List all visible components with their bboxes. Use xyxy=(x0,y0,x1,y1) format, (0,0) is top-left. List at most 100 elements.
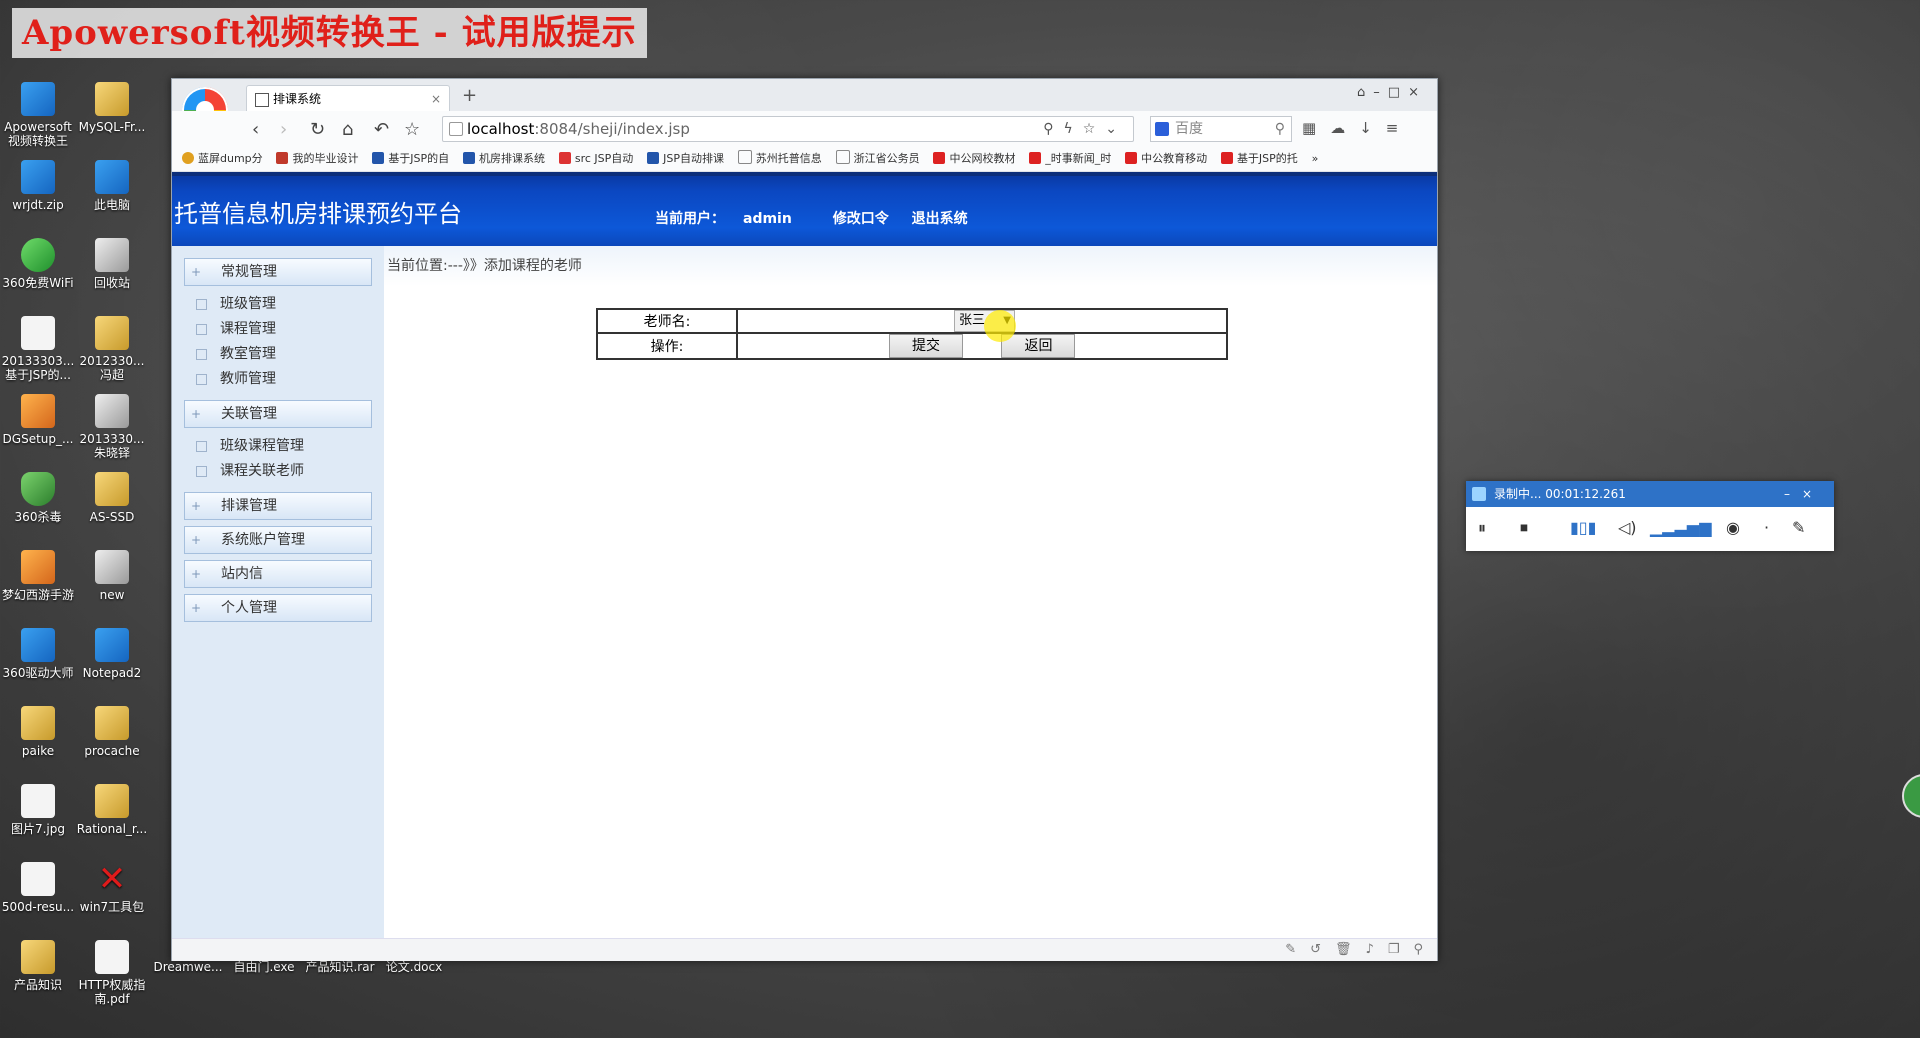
desktop-icon-dreamweaver[interactable]: Dreamwe... xyxy=(150,960,226,974)
desktop-icon-freegate[interactable]: 自由门.exe xyxy=(226,960,302,974)
menu-group-personal[interactable]: + 个人管理 xyxy=(184,594,372,622)
close-icon[interactable]: × xyxy=(1802,487,1824,501)
desktop-icon-game[interactable]: 梦幻西游手游 xyxy=(0,550,76,602)
desktop-icon-this-pc[interactable]: 此电脑 xyxy=(74,160,150,212)
desktop-icon-product[interactable]: 产品知识 xyxy=(0,940,76,992)
desktop-icon-product-rar[interactable]: 产品知识.rar xyxy=(302,960,378,974)
desktop-icon-procache[interactable]: procache xyxy=(74,706,150,758)
bookmark-item[interactable]: 浙江省公务员 xyxy=(835,147,920,171)
bookmark-item[interactable]: 中公网校教材 xyxy=(933,147,1015,171)
options-icon[interactable]: · xyxy=(1764,518,1769,537)
logout-link[interactable]: 退出系统 xyxy=(912,211,968,227)
desktop-icon-wifi[interactable]: 360免费WiFi xyxy=(0,238,76,290)
home-icon[interactable]: ⌂ xyxy=(342,119,353,140)
volume-slider-icon[interactable]: ▁▂▃▅▆ xyxy=(1650,518,1712,537)
desktop-icon-paike[interactable]: paike xyxy=(0,706,76,758)
desktop-icon-new[interactable]: new xyxy=(74,550,150,602)
stop-icon[interactable]: ⏹ xyxy=(1520,518,1528,538)
menu-item-teacher[interactable]: 教师管理 xyxy=(184,367,384,392)
bookmark-item[interactable]: 苏州托普信息 xyxy=(737,147,822,171)
minimize-icon[interactable]: – xyxy=(1373,85,1388,100)
desktop-icon-antivirus[interactable]: 360杀毒 xyxy=(0,472,76,524)
tab-active[interactable]: 排课系统 × xyxy=(246,85,450,112)
desktop-icon-driver[interactable]: 360驱动大师 xyxy=(0,628,76,680)
menu-item-classroom[interactable]: 教室管理 xyxy=(184,342,384,367)
bookmark-item[interactable]: 蓝屏dump分 xyxy=(182,147,263,171)
reload-icon[interactable]: ↻ xyxy=(310,119,325,140)
tab-close-icon[interactable]: × xyxy=(431,86,441,112)
desktop-icon-mysql[interactable]: MySQL-Fr... xyxy=(74,82,150,134)
minimize-icon[interactable]: – xyxy=(1784,487,1802,501)
audio-level-icon[interactable]: ▮▯▮ xyxy=(1570,518,1596,537)
desktop-icon-resu[interactable]: 500d-resu... xyxy=(0,862,76,914)
speaker-icon[interactable]: ◁) xyxy=(1618,518,1637,537)
back-icon[interactable]: ‹ xyxy=(252,119,259,140)
shirt-icon[interactable]: ⌂ xyxy=(1357,85,1373,100)
bookmark-item[interactable]: _时事新闻_时 xyxy=(1029,147,1111,171)
desktop-icon-wrjdt[interactable]: wrjdt.zip xyxy=(0,160,76,212)
desktop-icon-doc2[interactable]: 2012330... 冯超 xyxy=(74,316,150,382)
menu-group-accounts[interactable]: + 系统账户管理 xyxy=(184,526,372,554)
menu-icon[interactable]: ≡ xyxy=(1386,119,1413,137)
download-icon[interactable]: ↓ xyxy=(1359,119,1386,137)
submit-button[interactable]: 提交 xyxy=(889,334,963,358)
search-box[interactable]: 百度 ⚲ xyxy=(1150,116,1292,142)
desktop-icon-dgsetup[interactable]: DGSetup_... xyxy=(0,394,76,446)
desktop-icon-doc1[interactable]: 20133303... 基于JSP的... xyxy=(0,316,76,382)
lightning-icon[interactable]: ϟ xyxy=(1063,121,1082,137)
maximize-icon[interactable]: □ xyxy=(1388,85,1408,100)
pin-icon[interactable]: ✎ xyxy=(1285,942,1296,957)
desktop-icon-asssd[interactable]: AS-SSD xyxy=(74,472,150,524)
zoom-out-icon[interactable]: ⚲ xyxy=(1413,942,1423,957)
bookmark-item[interactable]: 基于JSP的托 xyxy=(1220,147,1298,171)
bookmark-item[interactable]: 基于JSP的自 xyxy=(372,147,449,171)
refresh-icon[interactable]: ↺ xyxy=(1310,942,1321,957)
bookmark-star-icon[interactable]: ☆ xyxy=(1083,121,1106,137)
desktop-icon-http[interactable]: HTTP权威指南.pdf xyxy=(74,940,150,1006)
file-icon xyxy=(95,706,129,740)
apps-icon[interactable]: ▦ xyxy=(1302,119,1330,137)
star-icon[interactable]: ☆ xyxy=(404,119,420,140)
forward-icon[interactable]: › xyxy=(280,119,287,140)
address-bar[interactable]: localhost:8084/sheji/index.jsp ⚲ϟ☆⌄ xyxy=(442,116,1134,142)
menu-group-general[interactable]: + 常规管理 xyxy=(184,258,372,286)
cloud-icon[interactable]: ☁ xyxy=(1330,119,1359,137)
menu-item-class[interactable]: 班级管理 xyxy=(184,292,384,317)
search-icon[interactable]: ⚲ xyxy=(1275,117,1285,141)
desktop-icon-thesis[interactable]: 论文.docx xyxy=(376,960,452,974)
menu-group-scheduling[interactable]: + 排课管理 xyxy=(184,492,372,520)
menu-group-association[interactable]: + 关联管理 xyxy=(184,400,372,428)
back-button[interactable]: 返回 xyxy=(1001,334,1076,358)
pen-icon[interactable]: ✎ xyxy=(1792,518,1805,537)
desktop-icon-win7[interactable]: ✕ win7工具包 xyxy=(74,862,150,914)
undo-icon[interactable]: ↶ xyxy=(374,119,389,140)
change-password-link[interactable]: 修改口令 xyxy=(833,211,889,227)
close-window-icon[interactable]: × xyxy=(1408,85,1427,100)
page-info-icon[interactable] xyxy=(449,122,463,136)
menu-item-class-course[interactable]: 班级课程管理 xyxy=(184,434,384,459)
menu-item-course-teacher[interactable]: 课程关联老师 xyxy=(184,459,384,484)
zoom-icon[interactable]: ⚲ xyxy=(1043,121,1063,137)
dropdown-icon[interactable]: ⌄ xyxy=(1105,121,1127,137)
webcam-icon[interactable]: ◉ xyxy=(1726,518,1740,537)
bookmark-item[interactable]: 我的毕业设计 xyxy=(276,147,358,171)
new-tab-button[interactable]: + xyxy=(462,85,477,106)
bookmark-item[interactable]: 中公教育移动 xyxy=(1125,147,1207,171)
trash-icon[interactable]: 🗑 xyxy=(1335,942,1352,957)
desktop-icon-recycle[interactable]: 回收站 xyxy=(74,238,150,290)
pause-icon[interactable]: ⏸ xyxy=(1478,518,1486,538)
desktop-icon-apowersoft[interactable]: Apowersoft视频转换王 xyxy=(0,82,76,148)
pdf-icon xyxy=(95,940,129,974)
bookmark-item[interactable]: 机房排课系统 xyxy=(463,147,545,171)
desktop-icon-doc3[interactable]: 2013330... 朱晓铎 xyxy=(74,394,150,460)
menu-item-course[interactable]: 课程管理 xyxy=(184,317,384,342)
bookmarks-overflow-icon[interactable]: » xyxy=(1312,147,1319,171)
desktop-icon-notepad[interactable]: Notepad2 xyxy=(74,628,150,680)
desktop-icon-rational[interactable]: Rational_r... xyxy=(74,784,150,836)
volume-icon[interactable]: ♪ xyxy=(1366,942,1374,957)
bookmark-item[interactable]: src JSP自动 xyxy=(558,147,633,171)
desktop-icon-pic[interactable]: 图片7.jpg xyxy=(0,784,76,836)
menu-group-messages[interactable]: + 站内信 xyxy=(184,560,372,588)
bookmark-item[interactable]: JSP自动排课 xyxy=(647,147,724,171)
window-icon[interactable]: ❐ xyxy=(1388,942,1400,957)
